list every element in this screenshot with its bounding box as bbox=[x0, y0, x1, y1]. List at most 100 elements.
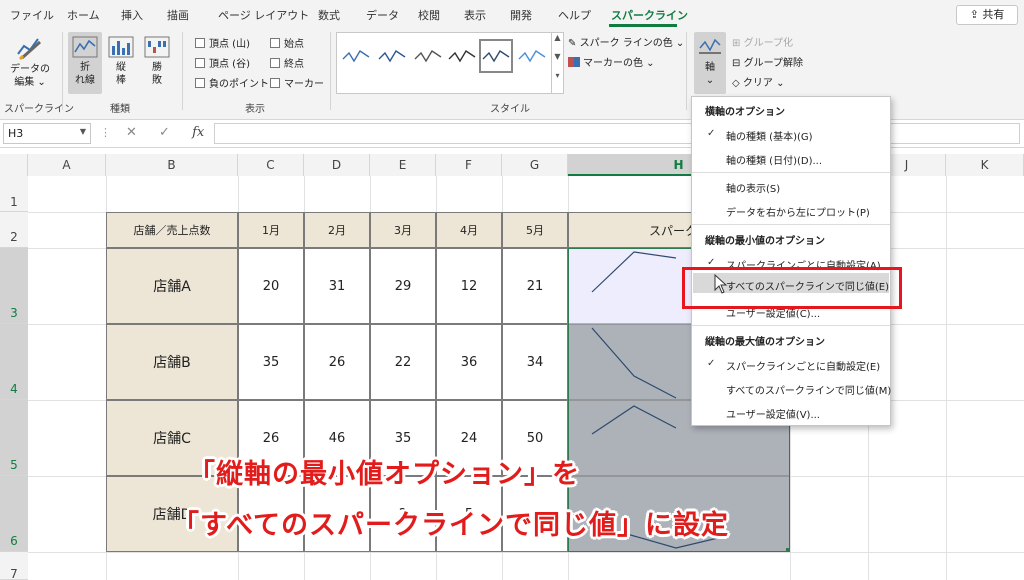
formula-input[interactable] bbox=[214, 123, 1020, 144]
table-cell[interactable]: 29 bbox=[370, 248, 436, 324]
style-thumb-2[interactable] bbox=[377, 41, 407, 71]
table-header-may[interactable]: 5月 bbox=[502, 212, 568, 248]
column-sparkline-icon bbox=[108, 36, 134, 58]
row-header-2[interactable]: 2 bbox=[0, 212, 28, 248]
table-cell[interactable]: 12 bbox=[436, 248, 502, 324]
row-header-6[interactable]: 6 bbox=[0, 476, 28, 552]
group-button[interactable]: ⊞ グループ化 bbox=[732, 34, 793, 49]
col-header-a[interactable]: A bbox=[28, 154, 106, 176]
type-line-button[interactable]: 折 れ線 bbox=[68, 32, 102, 94]
markers-checkbox[interactable]: マーカー bbox=[270, 75, 324, 90]
menu-item-vmax-auto[interactable]: スパークラインごとに自動設定(E) bbox=[726, 358, 880, 373]
style-thumb-1[interactable] bbox=[341, 41, 371, 71]
col-header-b[interactable]: B bbox=[106, 154, 238, 176]
marker-color-icon bbox=[568, 57, 580, 67]
tab-draw[interactable]: 描画 bbox=[167, 7, 189, 23]
table-header-apr[interactable]: 4月 bbox=[436, 212, 502, 248]
high-point-checkbox[interactable]: 頂点 (山) bbox=[195, 35, 250, 50]
more-icon: ⋮ bbox=[100, 126, 111, 139]
menu-item-axis-type-date[interactable]: 軸の種類 (日付)(D)... bbox=[726, 152, 822, 167]
insert-function-icon[interactable]: fx bbox=[192, 125, 204, 140]
table-cell[interactable]: 20 bbox=[238, 248, 304, 324]
type-column-button[interactable]: 縦 棒 bbox=[106, 36, 136, 87]
tab-developer[interactable]: 開発 bbox=[510, 7, 532, 23]
row-header-1[interactable]: 1 bbox=[0, 176, 28, 212]
row-header-3[interactable]: 3 bbox=[0, 248, 28, 324]
row-header-4[interactable]: 4 bbox=[0, 324, 28, 400]
gallery-scroll[interactable]: ▲ ▼ ▾ bbox=[551, 33, 563, 93]
tab-view[interactable]: 表示 bbox=[464, 7, 486, 23]
table-header-store[interactable]: 店舗／売上点数 bbox=[106, 212, 238, 248]
active-tab-indicator bbox=[609, 24, 677, 27]
marker-color-button[interactable]: マーカーの色 ⌄ bbox=[568, 54, 655, 69]
clear-button[interactable]: ◇ クリア ⌄ bbox=[732, 74, 784, 89]
menu-item-show-axis[interactable]: 軸の表示(S) bbox=[726, 180, 780, 195]
name-box[interactable]: H3 ▼ bbox=[3, 123, 91, 144]
tab-formulas[interactable]: 数式 bbox=[318, 7, 340, 23]
low-point-checkbox[interactable]: 頂点 (谷) bbox=[195, 55, 250, 70]
negative-points-checkbox[interactable]: 負のポイント bbox=[195, 75, 269, 90]
row-header-5[interactable]: 5 bbox=[0, 400, 28, 476]
tab-file[interactable]: ファイル bbox=[10, 7, 54, 23]
table-cell[interactable]: 22 bbox=[370, 324, 436, 400]
menu-item-plot-right-to-left[interactable]: データを右から左にプロット(P) bbox=[726, 204, 870, 219]
style-thumb-3[interactable] bbox=[413, 41, 443, 71]
row-header-7[interactable]: 7 bbox=[0, 552, 28, 580]
check-icon: ✓ bbox=[707, 358, 716, 369]
menu-item-axis-type-general[interactable]: 軸の種類 (基本)(G) bbox=[726, 128, 813, 143]
menu-item-vmax-same-all[interactable]: すべてのスパークラインで同じ値(M) bbox=[726, 382, 891, 397]
gallery-up-icon[interactable]: ▲ bbox=[552, 33, 563, 42]
gallery-down-icon[interactable]: ▼ bbox=[552, 52, 563, 61]
table-cell[interactable]: 35 bbox=[238, 324, 304, 400]
tab-home[interactable]: ホーム bbox=[67, 7, 100, 23]
style-thumb-6[interactable] bbox=[517, 41, 547, 71]
ungroup-icon: ⊟ bbox=[732, 58, 741, 69]
edit-data-button[interactable]: データの 編集 ⌄ bbox=[8, 34, 52, 89]
caption-line-2: 「すべてのスパークラインで同じ値」に設定 bbox=[172, 510, 730, 541]
share-button[interactable]: ⇪ 共有 bbox=[956, 5, 1018, 25]
group-label-style: スタイル bbox=[490, 104, 530, 115]
tab-help[interactable]: ヘルプ bbox=[558, 7, 591, 23]
store-a-label[interactable]: 店舗A bbox=[106, 248, 238, 324]
group-label-type: 種類 bbox=[110, 104, 130, 115]
col-header-c[interactable]: C bbox=[238, 154, 304, 176]
sparkline-color-button[interactable]: ✎ スパーク ラインの色 ⌄ bbox=[568, 34, 684, 49]
first-point-checkbox[interactable]: 始点 bbox=[270, 35, 304, 50]
col-header-f[interactable]: F bbox=[436, 154, 502, 176]
select-all-corner[interactable] bbox=[0, 154, 28, 176]
style-thumb-4[interactable] bbox=[447, 41, 477, 71]
col-header-g[interactable]: G bbox=[502, 154, 568, 176]
axis-button[interactable]: 軸 ⌄ bbox=[694, 32, 726, 94]
table-header-mar[interactable]: 3月 bbox=[370, 212, 436, 248]
table-cell[interactable]: 26 bbox=[304, 324, 370, 400]
ungroup-button[interactable]: ⊟ グループ解除 bbox=[732, 54, 803, 69]
table-header-jan[interactable]: 1月 bbox=[238, 212, 304, 248]
table-cell[interactable]: 21 bbox=[502, 248, 568, 324]
store-b-label[interactable]: 店舗B bbox=[106, 324, 238, 400]
chevron-down-icon: ▼ bbox=[79, 127, 86, 136]
line-sparkline-icon bbox=[72, 36, 98, 58]
col-header-e[interactable]: E bbox=[370, 154, 436, 176]
col-header-k[interactable]: K bbox=[946, 154, 1024, 176]
cancel-icon[interactable]: ✕ bbox=[126, 125, 137, 140]
table-cell[interactable]: 36 bbox=[436, 324, 502, 400]
style-thumb-5-selected[interactable] bbox=[479, 39, 513, 73]
tab-insert[interactable]: 挿入 bbox=[121, 7, 143, 23]
ribbon-tab-bar: ファイル ホーム 挿入 描画 ページ レイアウト 数式 データ 校閲 表示 開発… bbox=[0, 0, 1024, 28]
table-cell[interactable]: 31 bbox=[304, 248, 370, 324]
table-cell[interactable]: 34 bbox=[502, 324, 568, 400]
sparkline-style-gallery[interactable]: ▲ ▼ ▾ bbox=[336, 32, 564, 94]
col-header-d[interactable]: D bbox=[304, 154, 370, 176]
table-header-feb[interactable]: 2月 bbox=[304, 212, 370, 248]
tab-page-layout[interactable]: ページ レイアウト bbox=[218, 7, 309, 23]
enter-icon[interactable]: ✓ bbox=[159, 125, 170, 140]
menu-item-vmax-custom[interactable]: ユーザー設定値(V)... bbox=[726, 406, 820, 421]
gallery-more-icon[interactable]: ▾ bbox=[552, 71, 563, 80]
axis-icon bbox=[699, 38, 721, 54]
type-winloss-button[interactable]: 勝 敗 bbox=[142, 36, 172, 87]
tab-sparkline[interactable]: スパークライン bbox=[611, 7, 688, 23]
tab-data[interactable]: データ bbox=[366, 7, 399, 23]
last-point-checkbox[interactable]: 終点 bbox=[270, 55, 304, 70]
tab-review[interactable]: 校閲 bbox=[418, 7, 440, 23]
edit-data-icon bbox=[17, 38, 41, 60]
